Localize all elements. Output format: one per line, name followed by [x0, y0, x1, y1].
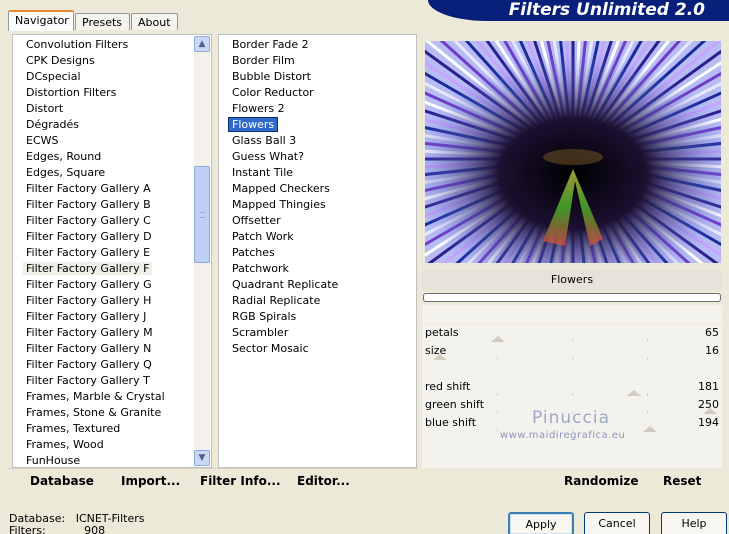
list-item[interactable]: Filter Factory Gallery G [23, 277, 155, 293]
list-item[interactable]: Filter Factory Gallery A [23, 181, 154, 197]
list-item[interactable]: RGB Spirals [229, 309, 299, 325]
list-item[interactable]: Filter Factory Gallery N [23, 341, 154, 357]
progress-bar [423, 293, 721, 302]
list-item[interactable]: Filter Factory Gallery D [23, 229, 155, 245]
list-item[interactable]: Glass Ball 3 [229, 133, 299, 149]
list-item[interactable]: Border Film [229, 53, 298, 69]
list-item[interactable]: Frames, Wood [23, 437, 107, 453]
list-item[interactable]: Filter Factory Gallery E [23, 245, 153, 261]
control-spacer [422, 360, 722, 378]
list-item[interactable]: Mapped Thingies [229, 197, 329, 213]
apply-button[interactable]: Apply [508, 512, 574, 534]
editor-button[interactable]: Editor... [297, 474, 350, 488]
randomize-button[interactable]: Randomize [564, 474, 638, 488]
scroll-down-button[interactable]: ▼ [194, 450, 210, 466]
list-item[interactable]: Sector Mosaic [229, 341, 312, 357]
list-item[interactable]: Mapped Checkers [229, 181, 333, 197]
list-item[interactable]: Patch Work [229, 229, 297, 245]
tab-presets[interactable]: Presets [75, 13, 130, 30]
cancel-button[interactable]: Cancel [584, 512, 650, 534]
list-item[interactable]: Patchwork [229, 261, 292, 277]
list-item[interactable]: CPK Designs [23, 53, 98, 69]
list-item[interactable]: ECWS [23, 133, 62, 149]
list-item[interactable]: Edges, Square [23, 165, 108, 181]
filter-info-button[interactable]: Filter Info... [200, 474, 281, 488]
list-item[interactable]: Quadrant Replicate [229, 277, 341, 293]
list-item[interactable]: Instant Tile [229, 165, 296, 181]
tab-about[interactable]: About [131, 13, 178, 30]
filter-preview [425, 41, 721, 263]
list-item[interactable]: Filter Factory Gallery C [23, 213, 154, 229]
slider-red-shift[interactable]: red shift 181 [422, 378, 722, 396]
control-spacer [422, 450, 722, 468]
list-item[interactable]: Filter Factory Gallery H [23, 293, 154, 309]
database-button[interactable]: Database [30, 474, 94, 488]
list-item[interactable]: Filter Factory Gallery F [23, 261, 153, 277]
slider-petals[interactable]: petals 65 [422, 324, 722, 342]
reset-button[interactable]: Reset [663, 474, 701, 488]
list-item[interactable]: Flowers [227, 117, 279, 133]
watermark-name: Pinuccia [532, 408, 610, 428]
list-item[interactable]: Distort [23, 101, 66, 117]
list-item[interactable]: Flowers 2 [229, 101, 288, 117]
category-scrollbar[interactable]: ▲ ▼ [194, 36, 210, 466]
list-item[interactable]: Convolution Filters [23, 37, 131, 53]
status-filters: Filters: 908 [9, 524, 106, 534]
list-item[interactable]: Radial Replicate [229, 293, 323, 309]
app-title: Filters Unlimited 2.0 [508, 0, 705, 20]
watermark-url: www.maidiregrafica.eu [500, 430, 626, 441]
filter-list[interactable]: Border Fade 2 Border Film Bubble Distort Co… [218, 34, 417, 468]
list-item[interactable]: Border Fade 2 [229, 37, 312, 53]
list-item[interactable]: Color Reductor [229, 85, 317, 101]
list-item[interactable]: FunHouse [23, 453, 83, 467]
scroll-up-button[interactable]: ▲ [194, 36, 210, 52]
tab-navigator[interactable]: Navigator [8, 10, 74, 31]
list-item[interactable]: DCspecial [23, 69, 84, 85]
list-item[interactable]: Guess What? [229, 149, 307, 165]
list-item[interactable]: Patches [229, 245, 278, 261]
list-item[interactable]: Offsetter [229, 213, 284, 229]
control-spacer [422, 305, 722, 323]
list-item[interactable]: Frames, Textured [23, 421, 123, 437]
grip-icon [200, 212, 205, 218]
scroll-thumb[interactable] [194, 166, 210, 263]
list-item[interactable]: Frames, Marble & Crystal [23, 389, 168, 405]
list-item[interactable]: Filter Factory Gallery Q [23, 357, 155, 373]
help-button[interactable]: Help [661, 512, 727, 534]
preview-image [425, 41, 721, 263]
list-item[interactable]: Edges, Round [23, 149, 104, 165]
app-title-banner: Filters Unlimited 2.0 [428, 0, 729, 21]
list-item[interactable]: Bubble Distort [229, 69, 314, 85]
list-item[interactable]: Filter Factory Gallery M [23, 325, 156, 341]
list-item[interactable]: Filter Factory Gallery B [23, 197, 154, 213]
list-item[interactable]: Filter Factory Gallery T [23, 373, 153, 389]
list-item[interactable]: Distortion Filters [23, 85, 119, 101]
list-item[interactable]: Scrambler [229, 325, 291, 341]
filter-name-label: Flowers [422, 270, 722, 290]
list-item[interactable]: Filter Factory Gallery J [23, 309, 149, 325]
list-item[interactable]: Frames, Stone & Granite [23, 405, 164, 421]
category-list[interactable]: Convolution Filters CPK Designs DCspecial D… [12, 34, 212, 468]
list-item[interactable]: Dégradés [23, 117, 82, 133]
slider-size[interactable]: size 16 [422, 342, 722, 360]
import-button[interactable]: Import... [121, 474, 180, 488]
